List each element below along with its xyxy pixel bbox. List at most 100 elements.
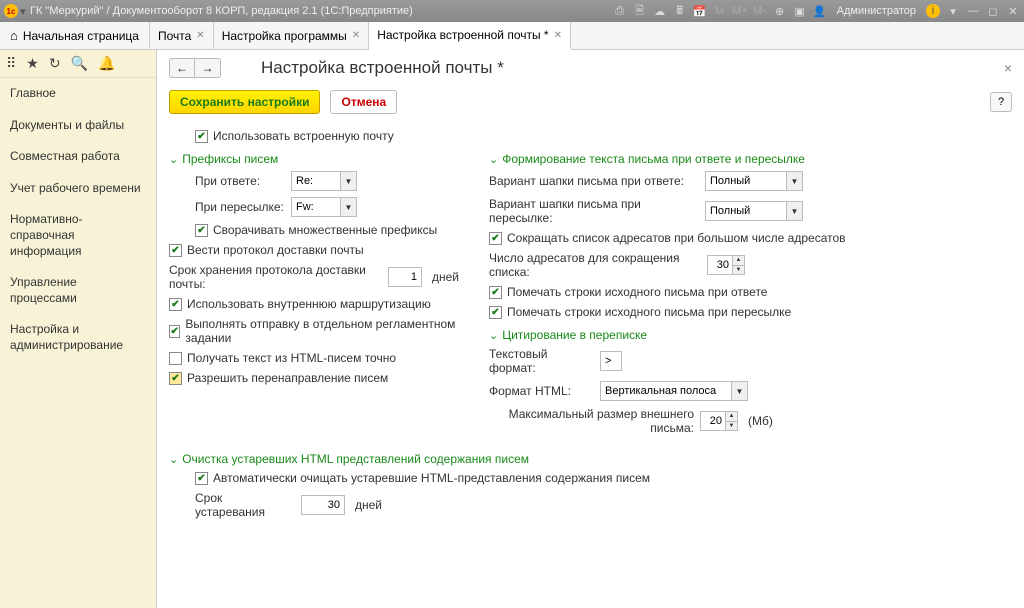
redirect-checkbox[interactable] xyxy=(169,372,182,385)
section-prefixes[interactable]: Префиксы писем xyxy=(169,146,459,168)
section-cleanup[interactable]: Очистка устаревших HTML представлений со… xyxy=(169,446,1012,468)
zoom-icon[interactable]: ⊕ xyxy=(773,4,787,18)
close-icon[interactable]: ✕ xyxy=(554,30,562,41)
info-dd-icon[interactable]: ▾ xyxy=(946,4,960,18)
html-fmt-label: Формат HTML: xyxy=(489,384,594,398)
max-size-label: Максимальный размер внешнего письма: xyxy=(489,407,694,435)
text-fmt-combo[interactable] xyxy=(600,351,622,371)
app-menu-dropdown-icon[interactable]: ▾ xyxy=(20,5,30,18)
minimize-icon[interactable]: — xyxy=(966,4,980,18)
user-icon: 👤 xyxy=(813,4,827,18)
sidebar: ⠿ ★ ↻ 🔍 🔔 Главное Документы и файлы Совм… xyxy=(0,50,157,608)
content-area: ← → Настройка встроенной почты * × Сохра… xyxy=(157,50,1024,608)
tab-mail[interactable]: Почта✕ xyxy=(150,22,214,49)
close-window-icon[interactable]: ✕ xyxy=(1006,4,1020,18)
close-icon[interactable]: ✕ xyxy=(196,30,204,41)
sidebar-toolbar: ⠿ ★ ↻ 🔍 🔔 xyxy=(0,50,156,78)
close-page-icon[interactable]: × xyxy=(1004,60,1012,76)
cloud-icon[interactable]: ☁ xyxy=(653,4,667,18)
sidebar-item-collab[interactable]: Совместная работа xyxy=(0,141,156,173)
star-icon[interactable]: ★ xyxy=(26,55,39,72)
window-title-bar: 1c ▾ ГК "Меркурий" / Документооборот 8 К… xyxy=(0,0,1024,22)
sidebar-item-main[interactable]: Главное xyxy=(0,78,156,110)
app-logo-icon: 1c xyxy=(4,4,18,18)
reply-prefix-combo[interactable]: ▼ xyxy=(291,171,357,191)
use-mail-checkbox[interactable] xyxy=(195,130,208,143)
sidebar-item-admin[interactable]: Настройка и администрирование xyxy=(0,314,156,361)
fwd-hdr-combo[interactable]: ▼ xyxy=(705,201,803,221)
cancel-button[interactable]: Отмена xyxy=(330,90,397,114)
age-input[interactable] xyxy=(301,495,345,515)
shorten-checkbox[interactable] xyxy=(489,232,502,245)
chevron-down-icon[interactable]: ▼ xyxy=(340,198,356,216)
fwd-prefix-input[interactable] xyxy=(292,198,340,216)
grid-icon[interactable]: ⠿ xyxy=(6,55,16,72)
age-label: Срок устаревания xyxy=(195,491,295,519)
spin-up-icon[interactable]: ▲ xyxy=(733,256,744,266)
spin-up-icon[interactable]: ▲ xyxy=(726,412,737,422)
routing-checkbox[interactable] xyxy=(169,298,182,311)
reply-prefix-label: При ответе: xyxy=(195,174,285,188)
spin-down-icon[interactable]: ▼ xyxy=(726,422,737,431)
search-icon[interactable]: 🔍 xyxy=(71,55,88,72)
page-title: Настройка встроенной почты * xyxy=(261,58,1004,78)
document-icon[interactable]: 🗎 xyxy=(633,4,647,18)
use-mail-label: Использовать встроенную почту xyxy=(213,129,394,143)
reply-prefix-input[interactable] xyxy=(292,172,340,190)
text-fmt-label: Текстовый формат: xyxy=(489,347,594,375)
retention-label: Срок хранения протокола доставки почты: xyxy=(169,263,382,291)
section-quote[interactable]: Цитирование в переписке xyxy=(489,322,849,344)
save-button[interactable]: Сохранить настройки xyxy=(169,90,320,114)
info-icon[interactable]: i xyxy=(926,4,940,18)
sidebar-item-time[interactable]: Учет рабочего времени xyxy=(0,173,156,205)
html-fmt-combo[interactable]: ▼ xyxy=(600,381,748,401)
calculator-icon[interactable]: 🖩 xyxy=(673,4,687,18)
tab-program-settings[interactable]: Настройка программы✕ xyxy=(214,22,370,49)
tabs-bar: ⌂ Начальная страница Почта✕ Настройка пр… xyxy=(0,22,1024,50)
help-button[interactable]: ? xyxy=(990,92,1012,112)
flag-icon[interactable]: M xyxy=(713,4,727,18)
reglament-checkbox[interactable] xyxy=(169,325,180,338)
chevron-down-icon[interactable]: ▼ xyxy=(786,172,802,190)
sidebar-item-docs[interactable]: Документы и файлы xyxy=(0,110,156,142)
fwd-hdr-label: Вариант шапки письма при пересылке: xyxy=(489,197,699,225)
history-icon[interactable]: ↻ xyxy=(49,55,61,72)
collapse-prefix-checkbox[interactable] xyxy=(195,224,208,237)
tab-mail-settings[interactable]: Настройка встроенной почты *✕ xyxy=(369,22,571,50)
reply-hdr-combo[interactable]: ▼ xyxy=(705,171,803,191)
print-icon[interactable]: ⎙ xyxy=(613,4,627,18)
close-icon[interactable]: ✕ xyxy=(352,30,360,41)
section-format[interactable]: Формирование текста письма при ответе и … xyxy=(489,146,849,168)
user-name[interactable]: Администратор xyxy=(837,5,916,17)
bell-icon[interactable]: 🔔 xyxy=(98,55,115,72)
back-button[interactable]: ← xyxy=(169,58,195,78)
mark-fwd-checkbox[interactable] xyxy=(489,306,502,319)
mark-reply-checkbox[interactable] xyxy=(489,286,502,299)
sidebar-item-ref[interactable]: Нормативно-справочная информация xyxy=(0,204,156,267)
reply-hdr-label: Вариант шапки письма при ответе: xyxy=(489,174,699,188)
tab-home-label: Начальная страница xyxy=(23,29,139,43)
fwd-prefix-combo[interactable]: ▼ xyxy=(291,197,357,217)
count-input[interactable]: ▲▼ xyxy=(707,255,745,275)
protocol-checkbox[interactable] xyxy=(169,244,182,257)
home-icon: ⌂ xyxy=(10,28,18,43)
chevron-down-icon[interactable]: ▼ xyxy=(340,172,356,190)
forward-button[interactable]: → xyxy=(195,58,221,78)
m-plus-icon[interactable]: M+ xyxy=(733,4,747,18)
maximize-icon[interactable]: ◻ xyxy=(986,4,1000,18)
count-label: Число адресатов для сокращения списка: xyxy=(489,251,701,279)
html-text-checkbox[interactable] xyxy=(169,352,182,365)
max-size-input[interactable]: ▲▼ xyxy=(700,411,738,431)
sidebar-item-proc[interactable]: Управление процессами xyxy=(0,267,156,314)
tab-home[interactable]: ⌂ Начальная страница xyxy=(0,22,150,49)
chevron-down-icon[interactable]: ▼ xyxy=(786,202,802,220)
panel-icon[interactable]: ▣ xyxy=(793,4,807,18)
spin-down-icon[interactable]: ▼ xyxy=(733,266,744,275)
m-minus-icon[interactable]: M- xyxy=(753,4,767,18)
fwd-prefix-label: При пересылке: xyxy=(195,200,285,214)
window-title: ГК "Меркурий" / Документооборот 8 КОРП, … xyxy=(30,5,613,17)
retention-input[interactable] xyxy=(388,267,422,287)
auto-cleanup-checkbox[interactable] xyxy=(195,472,208,485)
calendar-icon[interactable]: 📅 xyxy=(693,4,707,18)
chevron-down-icon[interactable]: ▼ xyxy=(731,382,747,400)
